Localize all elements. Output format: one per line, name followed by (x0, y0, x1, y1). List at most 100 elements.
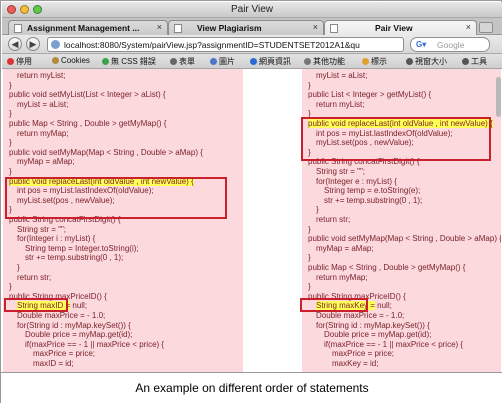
outline-icon (362, 58, 369, 65)
code-line: return myList; (17, 71, 66, 80)
bookmark-css[interactable]: 無 CSS 錯誤 (102, 56, 156, 67)
code-line: Double maxPrice = - 1.0; (17, 311, 106, 320)
page-icon (174, 24, 182, 33)
code-line: } (9, 282, 12, 292)
close-tab-icon[interactable]: × (313, 22, 318, 32)
tab-label: Pair View (375, 23, 413, 33)
info-icon (250, 58, 257, 65)
code-line: } (17, 263, 20, 272)
left-maxid-box (4, 298, 68, 312)
close-tab-icon[interactable]: × (466, 22, 471, 32)
bookmark-forms[interactable]: 表單 (170, 56, 195, 67)
bookmark-resize[interactable]: 視窗大小 (406, 56, 447, 67)
code-line: } (316, 205, 319, 215)
page-icon (14, 24, 22, 33)
code-line: } (9, 109, 12, 119)
code-line: } (308, 253, 311, 263)
url-text: localhost:8080/System/pairView.jsp?assig… (64, 40, 360, 50)
code-line: if(maxPrice == - 1 || maxPrice < price) … (25, 339, 165, 349)
code-line: if(maxPrice == - 1 || maxPrice < price) … (324, 339, 464, 349)
google-icon: G▾ (416, 40, 427, 49)
code-line: return str; (17, 272, 52, 282)
window-title-bar: Pair View (2, 2, 502, 18)
code-line: } (9, 138, 12, 148)
code-line: public List < Integer > getMyList() { (308, 90, 432, 100)
code-line: myList = aList; (17, 99, 69, 109)
image-icon (210, 58, 217, 65)
form-icon (170, 58, 177, 65)
code-line: } (308, 224, 311, 234)
bookmark-outline[interactable]: 標示 (362, 56, 387, 67)
misc-icon (304, 58, 311, 65)
navigation-bar: ◀ ▶ localhost:8080/System/pairView.jsp?a… (2, 35, 502, 54)
bookmark-tools[interactable]: 工具 (462, 56, 487, 67)
window-title: Pair View (230, 4, 274, 15)
tab-pair-view[interactable]: Pair View × (324, 20, 477, 36)
cookie-icon (52, 57, 59, 64)
code-line: return str; (316, 215, 351, 224)
back-icon[interactable]: ◀ (8, 37, 22, 51)
left-replacelast-box (5, 177, 227, 219)
code-line: } (308, 282, 311, 292)
resize-icon (406, 58, 413, 65)
code-line: return myList; (316, 99, 365, 109)
right-code-pane[interactable]: myList = aList;} public List < Integer > … (302, 69, 501, 372)
bookmark-cookies[interactable]: Cookies (52, 56, 90, 65)
code-line: public void setMyList(List < Integer > a… (9, 90, 166, 100)
code-line: String temp = e.toString(e); (324, 186, 421, 196)
tab-strip: Assignment Management ... × View Plagiar… (2, 18, 502, 36)
bookmarks-bar: 停用 Cookies 無 CSS 錯誤 表單 圖片 網頁資訊 其他功能 標示 視… (2, 54, 502, 69)
code-line: return myMap; (316, 272, 368, 282)
code-line: Double price = myMap.get(id); (25, 330, 133, 340)
tab-assignment-management[interactable]: Assignment Management ... × (8, 20, 168, 35)
right-maxkey-box (300, 298, 368, 312)
pane-gutter (243, 69, 302, 372)
code-line: for(Integer i : myList) { (17, 234, 96, 244)
right-replacelast-box (301, 117, 491, 161)
screenshot-frame: Pair View Assignment Management ... × Vi… (0, 0, 502, 403)
forward-icon[interactable]: ▶ (26, 37, 40, 51)
code-line: myMap = aMap; (316, 243, 374, 253)
code-line: maxPrice = price; (332, 349, 395, 359)
code-line: } (308, 80, 311, 90)
stop-icon (7, 58, 14, 65)
globe-icon (51, 40, 60, 49)
bookmark-images[interactable]: 圖片 (210, 56, 235, 67)
code-line: maxID = id; (33, 359, 74, 368)
address-bar[interactable]: localhost:8080/System/pairView.jsp?assig… (47, 37, 446, 52)
code-line: str += temp.substring(0 , 1); (324, 195, 423, 205)
code-line: for(String id : myMap.keySet()) { (316, 320, 430, 330)
search-box[interactable]: G▾ Google (410, 37, 490, 52)
bookmark-disable[interactable]: 停用 (7, 56, 32, 67)
close-tab-icon[interactable]: × (157, 22, 162, 32)
code-line: String str = ""; (316, 167, 366, 176)
page-content: return myList;} public void setMyList(Lis… (2, 69, 502, 372)
code-line: String str = ""; (17, 224, 67, 234)
code-line: String temp = Integer.toString(i); (25, 243, 139, 253)
code-line: myMap = aMap; (17, 157, 75, 167)
code-line: Double price = myMap.get(id); (324, 330, 432, 340)
code-line: maxKey = id; (332, 359, 379, 368)
bookmark-misc[interactable]: 其他功能 (304, 56, 345, 67)
code-line: public Map < String , Double > getMyMap(… (308, 263, 466, 272)
scrollbar-thumb[interactable] (496, 77, 501, 117)
tab-label: View Plagiarism (197, 23, 262, 33)
code-line: public void setMyMap(Map < String , Doub… (308, 234, 501, 244)
left-code-pane[interactable]: return myList;} public void setMyList(Lis… (3, 69, 243, 372)
css-icon (102, 58, 109, 65)
tools-icon (462, 58, 469, 65)
code-line: public Map < String , Double > getMyMap(… (9, 119, 167, 128)
tab-view-plagiarism[interactable]: View Plagiarism × (168, 20, 324, 35)
page-icon (330, 24, 338, 33)
code-line: for(String id : myMap.keySet()) { (17, 320, 131, 330)
search-placeholder: Google (437, 40, 465, 50)
new-tab-button[interactable] (479, 22, 493, 33)
code-line: public void setMyMap(Map < String , Doub… (9, 147, 203, 157)
code-line: return myMap; (17, 128, 69, 138)
code-line: } (9, 80, 12, 90)
figure-caption: An example on different order of stateme… (1, 372, 502, 403)
tab-label: Assignment Management ... (27, 23, 140, 33)
code-line: for(Integer e : myList) { (316, 176, 397, 186)
code-line: myList = aList; (316, 71, 368, 80)
bookmark-info[interactable]: 網頁資訊 (250, 56, 291, 67)
